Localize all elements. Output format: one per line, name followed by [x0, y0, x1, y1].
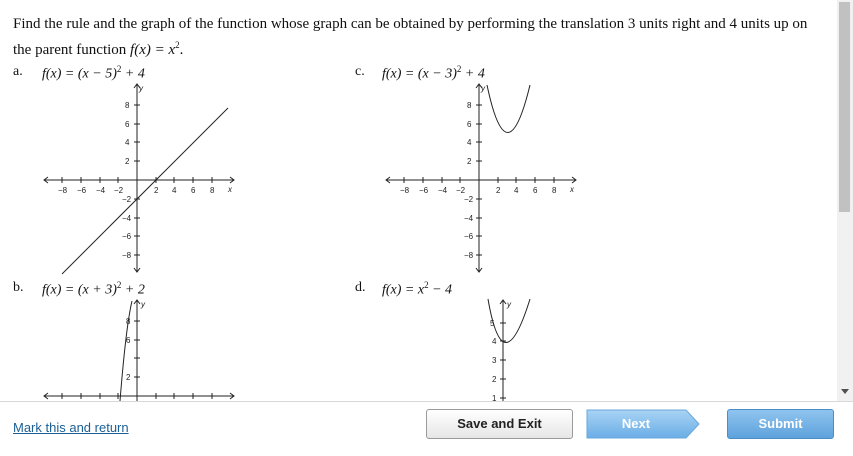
y-tick: −8 — [122, 251, 132, 260]
y-tick: 2 — [467, 157, 472, 166]
x-tick: 2 — [154, 186, 159, 195]
y-tick: 4 — [492, 337, 497, 346]
y-tick: −8 — [464, 251, 474, 260]
x-tick: 6 — [533, 186, 538, 195]
y-axis-label: y — [506, 300, 512, 309]
formula-base: f(x) = x — [382, 282, 425, 298]
x-tick: 4 — [172, 186, 177, 195]
y-axis-label: y — [480, 84, 486, 93]
y-tick: −4 — [122, 214, 132, 223]
scroll-down-icon[interactable] — [841, 389, 849, 394]
x-tick: −6 — [77, 186, 87, 195]
save-and-exit-button[interactable]: Save and Exit — [426, 409, 573, 439]
y-tick: 3 — [492, 356, 497, 365]
graph-a: y x −8 −6 −4 −2 2 4 6 8 8 6 4 2 −2 −4 −6… — [43, 83, 235, 275]
y-axis-label: y — [140, 300, 146, 309]
graph-b-curve — [119, 300, 133, 401]
mark-and-return-link[interactable]: Mark this and return — [13, 420, 129, 435]
x-tick: −4 — [96, 186, 106, 195]
choice-c-letter: c. — [355, 64, 365, 79]
y-tick: 5 — [490, 319, 495, 328]
y-tick: 8 — [467, 101, 472, 110]
graph-b: y 8 6 2 — [43, 299, 235, 401]
question-text: Find the rule and the graph of the funct… — [13, 16, 808, 58]
y-tick: 2 — [126, 373, 131, 382]
y-tick: 4 — [125, 138, 130, 147]
vertical-scrollbar[interactable] — [837, 0, 853, 401]
x-tick: 8 — [552, 186, 557, 195]
footer-bar: Mark this and return Save and Exit Next … — [0, 401, 853, 456]
y-tick: 8 — [126, 317, 131, 326]
y-tick: 6 — [467, 120, 472, 129]
x-axis-label: x — [227, 185, 233, 194]
next-button-label: Next — [621, 416, 651, 431]
y-tick: −4 — [464, 214, 474, 223]
y-tick: 8 — [125, 101, 130, 110]
y-tick: −2 — [122, 195, 132, 204]
choice-d-letter: d. — [355, 280, 366, 295]
graph-c: y x −8 −6 −4 −2 2 4 6 8 8 6 4 2 −2 −4 −6… — [385, 83, 577, 273]
x-tick: 6 — [191, 186, 196, 195]
x-tick: 4 — [514, 186, 519, 195]
x-tick: −4 — [438, 186, 448, 195]
y-tick: 1 — [492, 394, 497, 401]
x-tick: −8 — [400, 186, 410, 195]
y-tick: −6 — [464, 232, 474, 241]
graph-a-curve — [61, 107, 229, 275]
next-button[interactable]: Next — [586, 409, 700, 439]
x-tick: −2 — [114, 186, 124, 195]
y-tick: −2 — [464, 195, 474, 204]
y-tick: 2 — [125, 157, 130, 166]
y-tick: 2 — [492, 375, 497, 384]
submit-button[interactable]: Submit — [727, 409, 834, 439]
x-tick: −2 — [456, 186, 466, 195]
y-tick: 6 — [126, 336, 131, 345]
y-tick: 4 — [467, 138, 472, 147]
scrollbar-thumb[interactable] — [839, 2, 850, 212]
graph-d: y 5 4 3 2 1 — [487, 298, 531, 401]
parent-function: f(x) = x — [130, 42, 176, 58]
question-content: Find the rule and the graph of the funct… — [0, 0, 837, 401]
x-tick: −6 — [419, 186, 429, 195]
x-axis-label: x — [569, 185, 575, 194]
choice-a-letter: a. — [13, 64, 23, 79]
x-tick: 8 — [210, 186, 215, 195]
x-tick: −8 — [58, 186, 68, 195]
choice-b-letter: b. — [13, 280, 24, 295]
y-axis-label: y — [138, 84, 144, 93]
x-tick: 2 — [496, 186, 501, 195]
parent-exponent: 2 — [175, 40, 180, 50]
graph-c-curve — [486, 84, 531, 133]
y-tick: 6 — [125, 120, 130, 129]
y-tick: −6 — [122, 232, 132, 241]
